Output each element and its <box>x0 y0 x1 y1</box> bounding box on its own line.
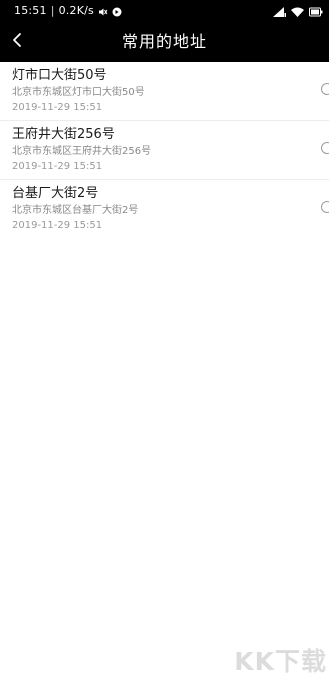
app-header: 常用的地址 <box>0 22 329 62</box>
wifi-icon <box>291 2 304 21</box>
status-left: 15:51 | 0.2K/s <box>14 3 122 19</box>
select-radio[interactable] <box>321 142 329 154</box>
address-detail: 北京市东城区灯市口大街50号 <box>12 87 145 98</box>
address-detail: 北京市东城区台基厂大街2号 <box>12 205 139 216</box>
sim-signal-icon <box>273 2 286 21</box>
status-network-speed: 0.2K/s <box>58 4 94 17</box>
address-list: 灯市口大街50号 北京市东城区灯市口大街50号 2019-11-29 15:51… <box>0 62 329 238</box>
battery-icon <box>309 2 323 21</box>
address-time: 2019-11-29 15:51 <box>12 102 103 113</box>
screen: 15:51 | 0.2K/s 常用的地址 灯市口大街50号 北京市东城区灯市口大… <box>0 0 329 678</box>
page-title: 常用的地址 <box>121 32 207 51</box>
address-name: 灯市口大街50号 <box>12 68 107 83</box>
address-time: 2019-11-29 15:51 <box>12 161 103 172</box>
address-item[interactable]: 台基厂大街2号 北京市东城区台基厂大街2号 2019-11-29 15:51 <box>0 180 329 238</box>
address-item[interactable]: 灯市口大街50号 北京市东城区灯市口大街50号 2019-11-29 15:51 <box>0 62 329 121</box>
status-bar: 15:51 | 0.2K/s <box>0 0 329 22</box>
status-right <box>273 3 323 19</box>
address-time: 2019-11-29 15:51 <box>12 220 103 231</box>
watermark-logo: KK下载 <box>234 646 329 678</box>
address-item[interactable]: 王府井大街256号 北京市东城区王府井大街256号 2019-11-29 15:… <box>0 121 329 180</box>
notification-icon <box>112 6 122 17</box>
status-time: 15:51 <box>14 4 47 17</box>
address-detail: 北京市东城区王府井大街256号 <box>12 146 152 157</box>
address-name: 王府井大街256号 <box>12 127 115 142</box>
select-radio[interactable] <box>321 201 329 213</box>
mute-icon <box>98 6 108 16</box>
select-radio[interactable] <box>321 83 329 95</box>
watermark-text: KK下载 <box>234 647 327 676</box>
status-separator: | <box>50 4 55 17</box>
address-name: 台基厂大街2号 <box>12 186 99 201</box>
